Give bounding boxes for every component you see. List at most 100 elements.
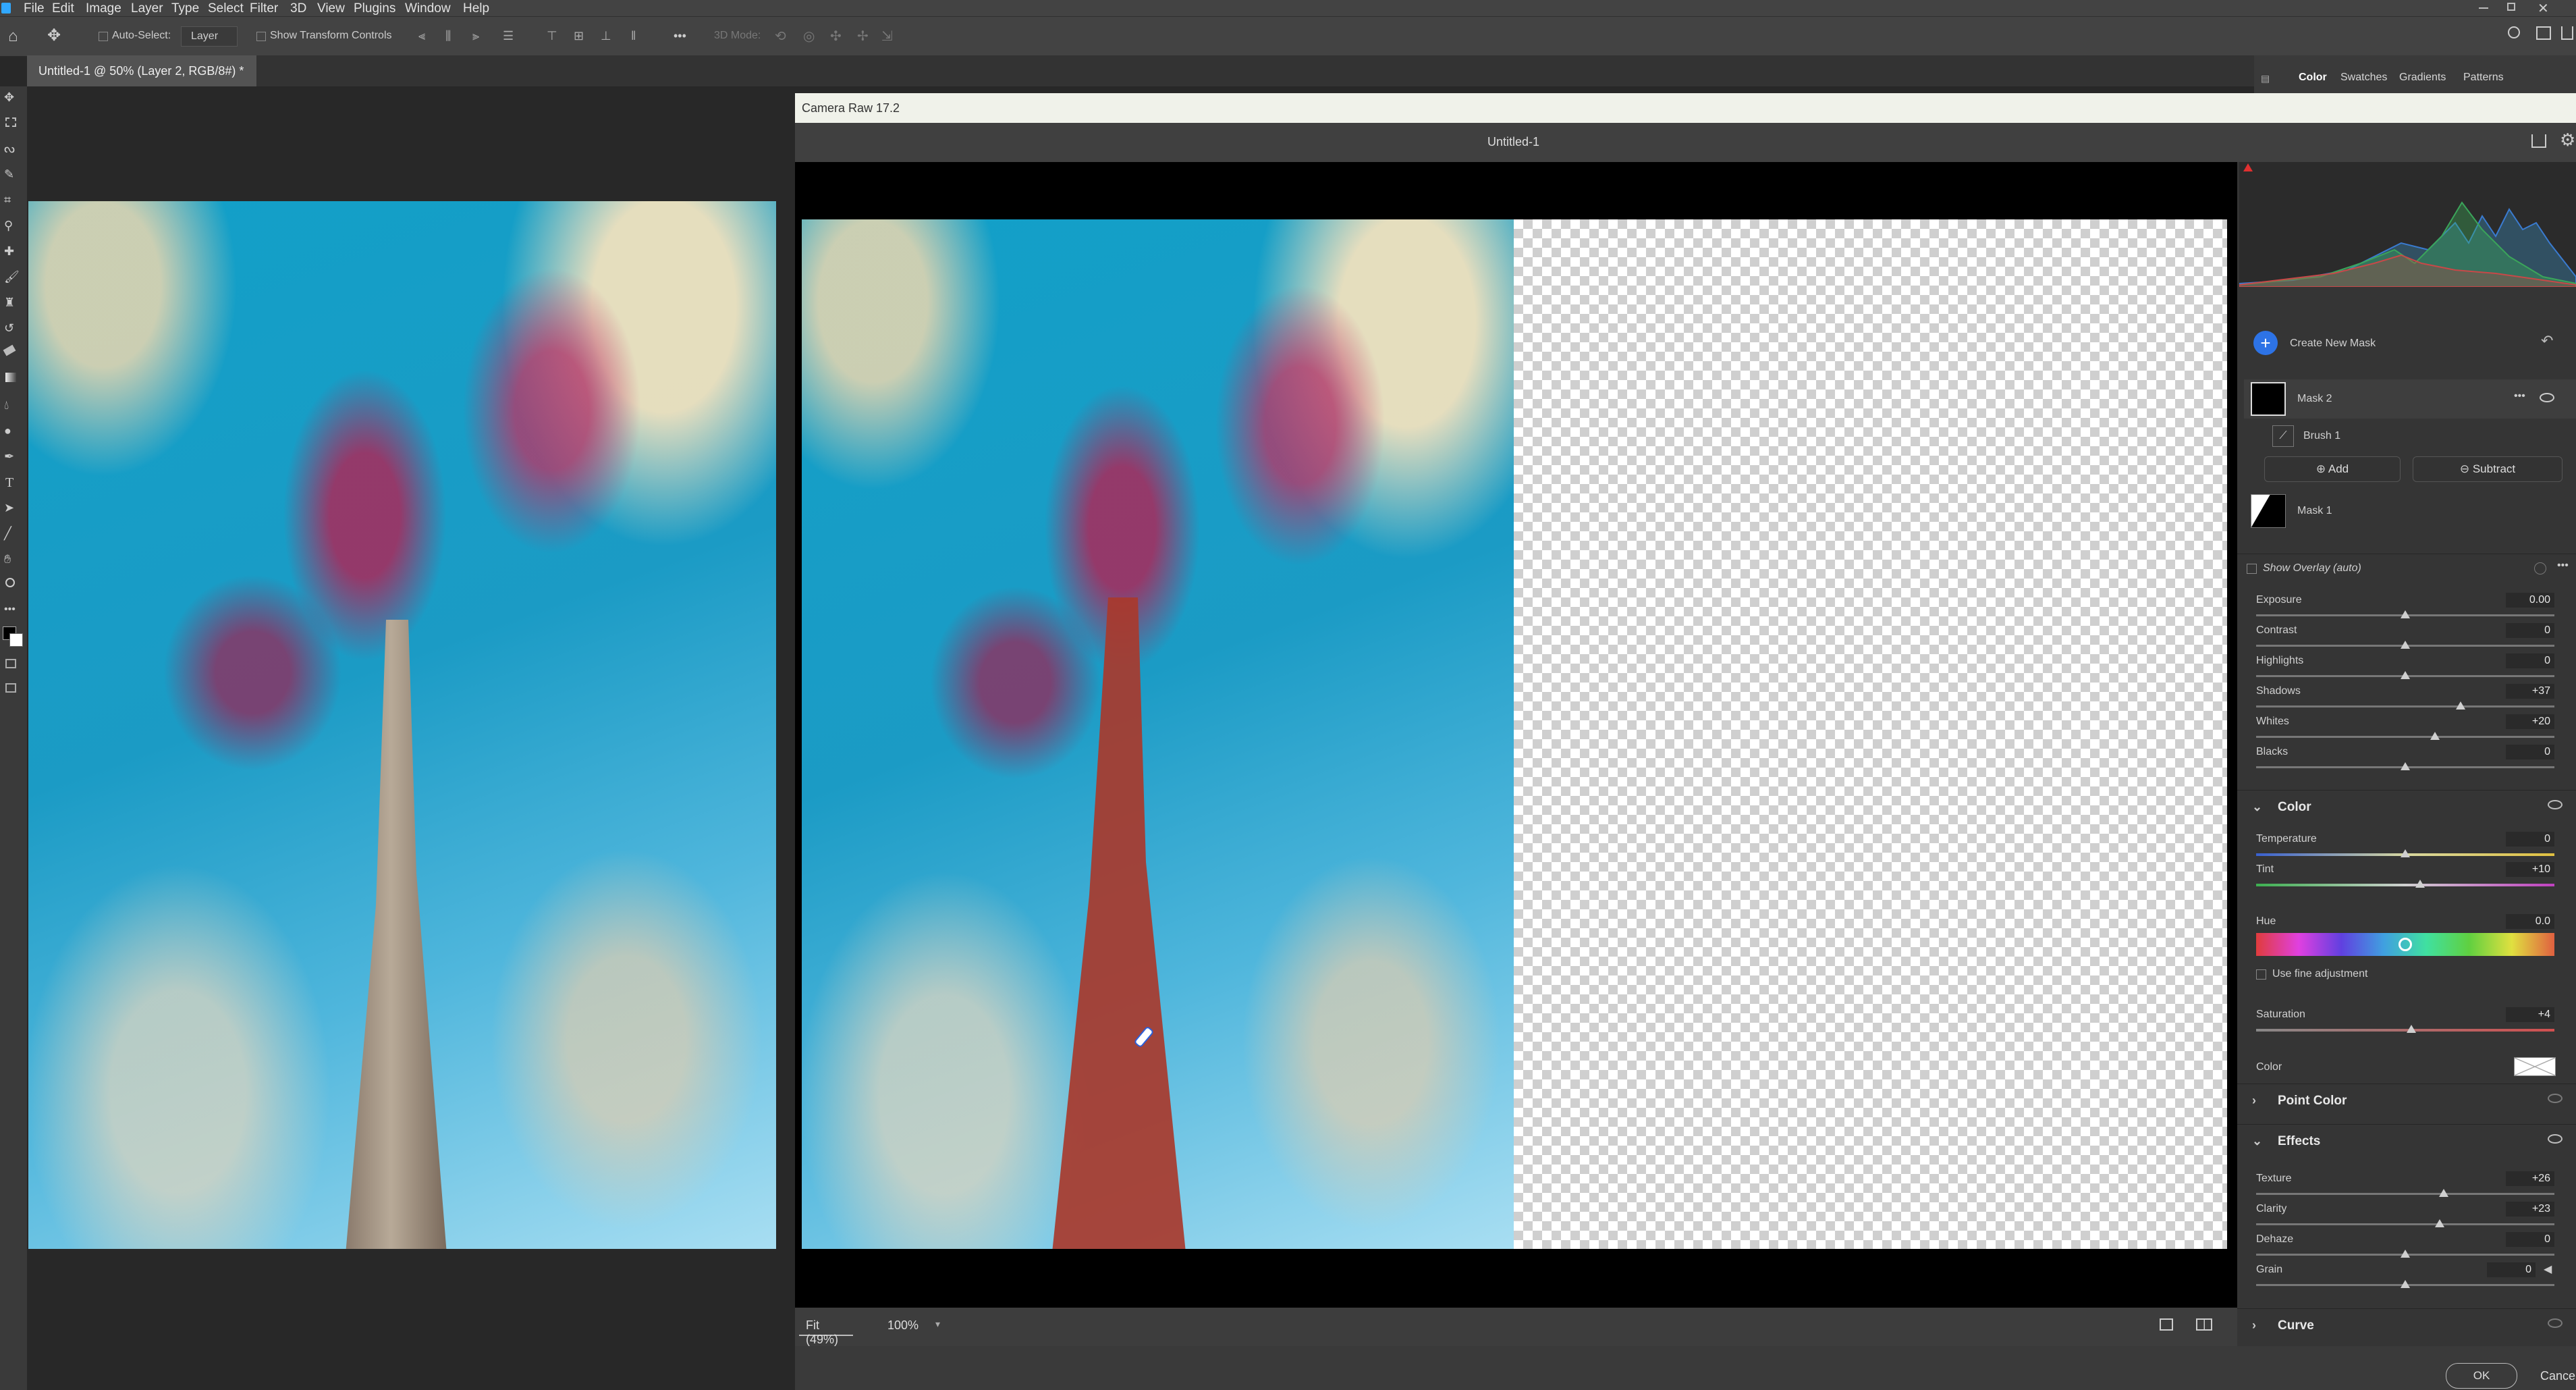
add-button[interactable]: ⊕ Add — [2264, 456, 2401, 482]
align-center-icon[interactable]: ⫼ — [445, 29, 451, 43]
menu-select[interactable]: Select — [208, 1, 244, 16]
history-brush-tool-icon[interactable]: ↺ — [4, 321, 18, 335]
grain-slider-thumb[interactable] — [2401, 1280, 2410, 1288]
tint-slider[interactable] — [2256, 884, 2554, 886]
menu-3d[interactable]: 3D — [290, 1, 306, 16]
saturation-slider[interactable] — [2256, 1029, 2554, 1032]
pan-3d-icon[interactable]: ✣ — [830, 28, 842, 45]
close-window-icon[interactable]: ✕ — [2538, 0, 2549, 17]
dehaze-value[interactable]: 0 — [2506, 1232, 2554, 1247]
menu-layer[interactable]: Layer — [131, 1, 163, 16]
saturation-value[interactable]: +4 — [2506, 1007, 2554, 1022]
crop-tool-icon[interactable]: ⌗ — [4, 193, 18, 207]
line-tool-icon[interactable]: ╱ — [4, 527, 18, 540]
screen-mode-icon[interactable] — [5, 683, 16, 693]
show-overlay-checkbox[interactable] — [2247, 564, 2257, 574]
menu-file[interactable]: File — [24, 1, 45, 16]
tab-gradients[interactable]: Gradients — [2399, 72, 2446, 84]
auto-select-dropdown[interactable]: Layer — [181, 26, 238, 47]
gradient-tool-icon[interactable] — [5, 373, 16, 382]
undo-mask-icon[interactable]: ↶ — [2541, 332, 2553, 350]
overlay-color-icon[interactable] — [2534, 562, 2546, 574]
clarity-value[interactable]: +23 — [2506, 1202, 2554, 1217]
slide-3d-icon[interactable]: ✢ — [857, 28, 869, 45]
edit-toolbar-icon[interactable]: ••• — [4, 604, 18, 617]
save-icon[interactable] — [2531, 134, 2546, 148]
menu-edit[interactable]: Edit — [52, 1, 74, 16]
clarity-slider[interactable] — [2256, 1223, 2554, 1225]
align-left-icon[interactable]: ⫷ — [418, 29, 425, 43]
point-color-section-header[interactable]: › Point Color — [2237, 1084, 2576, 1118]
temperature-value[interactable]: 0 — [2506, 832, 2554, 847]
color-section-header[interactable]: ⌄ Color — [2237, 790, 2576, 824]
tab-swatches[interactable]: Swatches — [2340, 72, 2387, 84]
contrast-slider-thumb[interactable] — [2401, 641, 2410, 649]
shadows-slider-thumb[interactable] — [2455, 701, 2465, 710]
mask-visibility-eye-icon[interactable] — [2540, 393, 2554, 402]
blur-tool-icon[interactable]: 💧︎ — [4, 398, 18, 412]
highlights-slider-thumb[interactable] — [2401, 671, 2410, 679]
effects-eye-icon[interactable] — [2548, 1134, 2563, 1144]
whites-slider-thumb[interactable] — [2430, 732, 2440, 740]
menu-help[interactable]: Help — [463, 1, 489, 16]
pen-tool-icon[interactable]: ✒ — [4, 450, 18, 463]
tint-slider-thumb[interactable] — [2415, 880, 2426, 888]
dehaze-slider-thumb[interactable] — [2401, 1250, 2410, 1258]
align-bottom-icon[interactable]: ⊥ — [601, 29, 611, 43]
create-mask-button[interactable]: + — [2253, 331, 2278, 355]
menu-view[interactable]: View — [317, 1, 345, 16]
effects-section-header[interactable]: ⌄ Effects — [2237, 1124, 2576, 1158]
document-tab[interactable]: Untitled-1 @ 50% (Layer 2, RGB/8#) * × — [27, 55, 256, 109]
distribute-icon[interactable]: ☰ — [503, 29, 514, 43]
texture-slider[interactable] — [2256, 1193, 2554, 1195]
align-middle-icon[interactable]: ⊞ — [574, 29, 584, 43]
hue-value[interactable]: 0.0 — [2506, 914, 2554, 929]
grain-value[interactable]: 0 — [2487, 1262, 2536, 1277]
menu-image[interactable]: Image — [86, 1, 121, 16]
ok-button[interactable]: OK — [2446, 1363, 2517, 1389]
blacks-value[interactable]: 0 — [2506, 745, 2554, 759]
fine-adjust-checkbox[interactable] — [2256, 969, 2266, 980]
zoom-100-button[interactable]: 100% — [887, 1318, 919, 1333]
align-right-icon[interactable]: ⫸ — [472, 29, 479, 43]
menu-type[interactable]: Type — [171, 1, 199, 16]
move-tool-icon[interactable]: ✥ — [4, 90, 18, 104]
texture-value[interactable]: +26 — [2506, 1171, 2554, 1186]
temperature-slider-thumb[interactable] — [2401, 849, 2410, 857]
shadows-slider[interactable] — [2256, 705, 2554, 707]
share-icon[interactable] — [2561, 26, 2573, 40]
orbit-3d-icon[interactable]: ⟲ — [775, 28, 786, 45]
color-visibility-eye-icon[interactable] — [2548, 800, 2563, 809]
eraser-tool-icon[interactable] — [3, 344, 16, 356]
blacks-slider-thumb[interactable] — [2401, 762, 2410, 770]
mask-1-row[interactable]: Mask 1 — [2244, 491, 2576, 531]
type-tool-icon[interactable]: T — [5, 475, 19, 490]
eyedropper-tool-icon[interactable]: ⚲ — [4, 219, 18, 232]
home-icon[interactable]: ⌂ — [8, 27, 18, 46]
background-color-swatch[interactable] — [9, 633, 23, 647]
menu-filter[interactable]: Filter — [250, 1, 278, 16]
hand-tool-icon[interactable]: ✋︎ — [4, 552, 18, 566]
tab-patterns[interactable]: Patterns — [2463, 72, 2504, 84]
path-select-tool-icon[interactable]: ➤ — [4, 501, 18, 514]
panel-collapse-icon[interactable]: ▤ — [2261, 73, 2270, 84]
single-view-icon[interactable] — [2160, 1318, 2173, 1331]
more-options-icon[interactable]: ••• — [674, 29, 686, 43]
mask-more-icon[interactable]: ••• — [2514, 390, 2525, 402]
curve-section-header[interactable]: › Curve — [2237, 1308, 2576, 1343]
scale-3d-icon[interactable]: ⇲ — [881, 28, 893, 45]
roll-3d-icon[interactable]: ◎ — [803, 28, 815, 45]
mask-2-row[interactable]: Mask 2 ••• — [2244, 379, 2576, 419]
stamp-tool-icon[interactable]: ♜ — [4, 296, 18, 309]
transform-checkbox[interactable] — [256, 32, 266, 41]
saturation-slider-thumb[interactable] — [2406, 1025, 2416, 1033]
whites-slider[interactable] — [2256, 736, 2554, 738]
clarity-slider-thumb[interactable] — [2434, 1219, 2444, 1227]
shadows-value[interactable]: +37 — [2506, 684, 2554, 699]
quick-mask-icon[interactable] — [5, 659, 16, 668]
camera-raw-preview-photo[interactable] — [802, 219, 1514, 1249]
tab-color[interactable]: Color — [2299, 72, 2327, 84]
zoom-tool-icon[interactable] — [5, 578, 15, 587]
exposure-slider-thumb[interactable] — [2401, 610, 2410, 618]
restore-icon[interactable] — [2507, 3, 2515, 11]
